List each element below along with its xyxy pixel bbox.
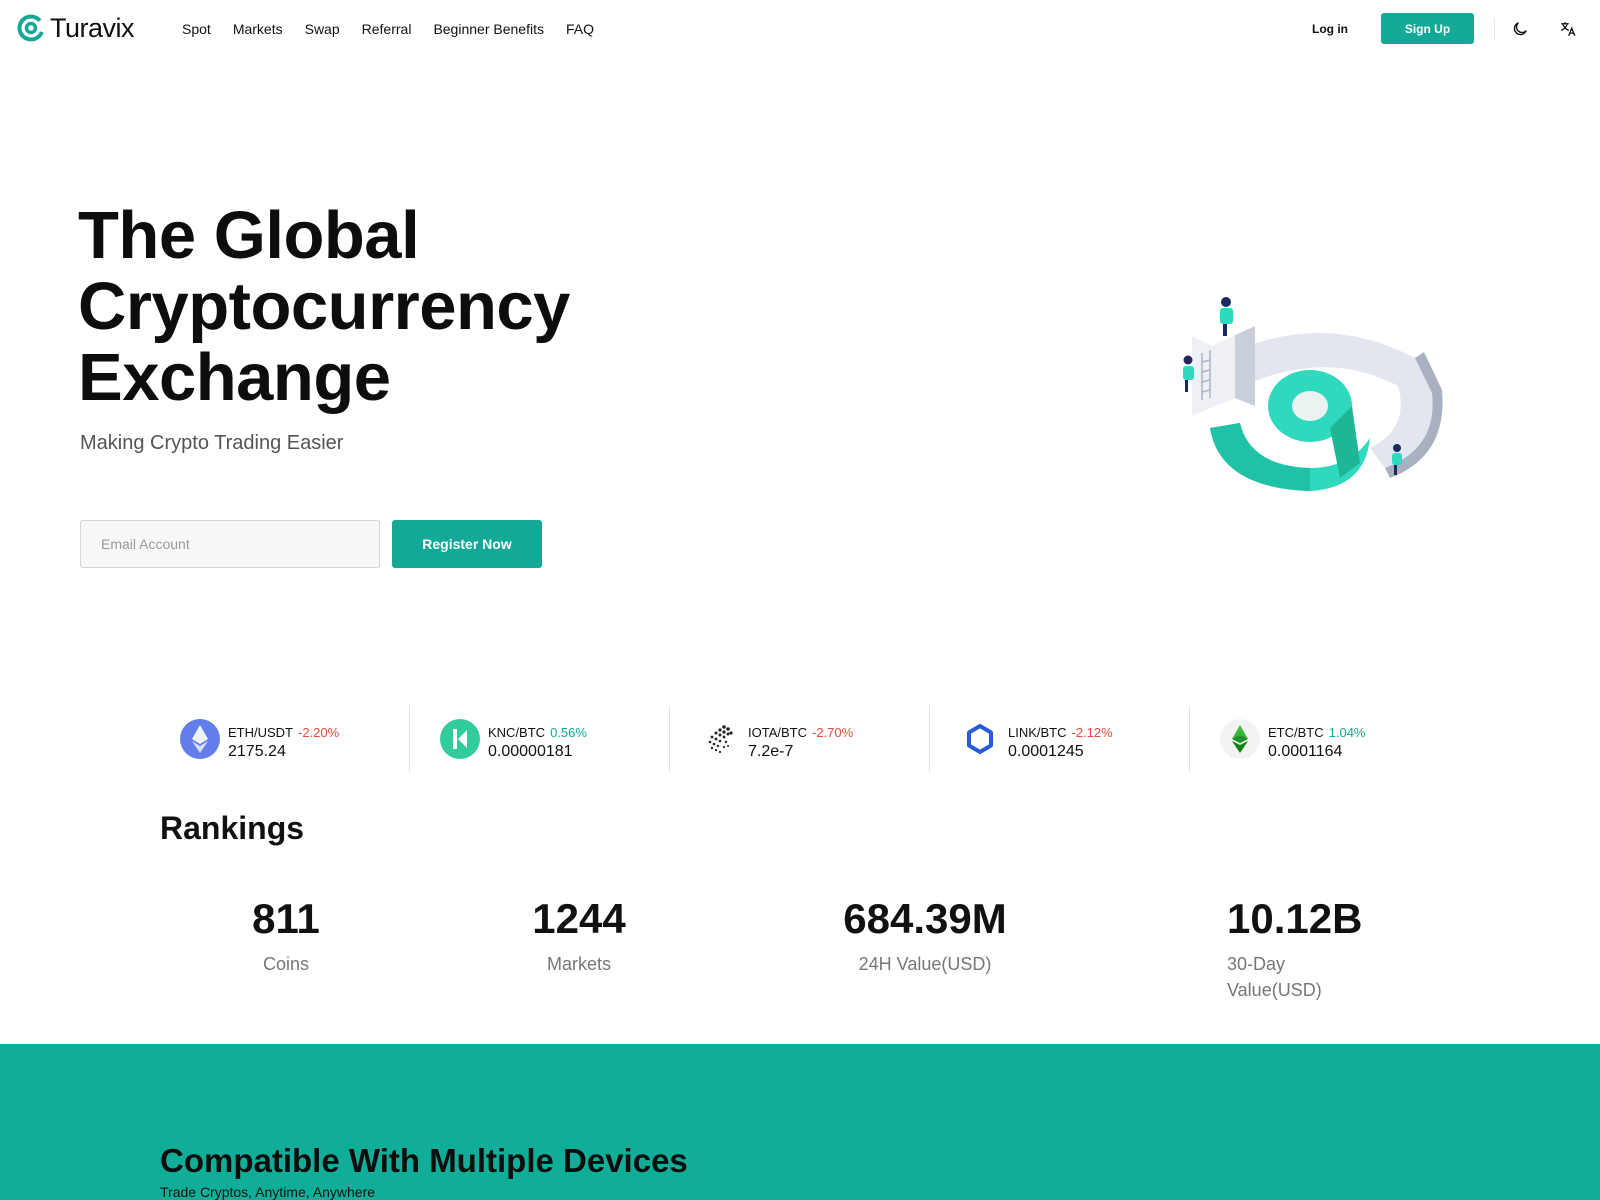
ticker-change: -2.12% [1071,725,1113,740]
stat-label: 30-Day Value(USD) [1227,954,1322,1000]
hero-title-line: Exchange [78,340,391,415]
stat-30-day-value: 10.12B 30-Day Value(USD) [1227,895,1363,1003]
stat-label: Coins [262,954,310,974]
login-link[interactable]: Log in [1312,20,1348,38]
signup-button[interactable]: Sign Up [1381,13,1474,44]
stat-value: 811 [252,895,320,942]
stat-value: 1244 [532,895,626,942]
ticker-pair: LINK/BTC [1008,725,1067,740]
ticker-pair: ETH/USDT [228,725,293,740]
ticker-price: 7.2e-7 [748,743,794,760]
stat-24h-value: 684.39M 24H Value(USD) [815,895,1035,977]
hero-title: The Global Cryptocurrency Exchange [78,200,698,413]
main-nav: Spot Markets Swap Referral Beginner Bene… [182,20,594,38]
register-now-button[interactable]: Register Now [392,520,542,568]
nav-item-beginner-benefits[interactable]: Beginner Benefits [433,20,544,38]
header-divider [1494,18,1495,40]
nav-item-markets[interactable]: Markets [233,20,283,38]
compatible-subtitle: Trade Cryptos, Anytime, Anywhere [160,1184,376,1200]
brand-name: Turavix [50,13,135,43]
stat-value: 10.12B [1227,895,1363,942]
ticker-price: 0.0001245 [1008,743,1084,760]
logo-mark-icon [17,14,45,42]
ticker-pair: ETC/BTC [1268,725,1324,740]
ticker-item[interactable]: LINK/BTC -2.12% 0.0001245 [930,706,1190,772]
market-ticker: ETH/USDT -2.20% 2175.24 KNC/BTC 0.56% 0.00… [150,706,1450,772]
brand-logo[interactable]: Turavix [16,13,135,43]
isometric-logo-illustration [1183,297,1443,491]
ticker-pair-line: KNC/BTC 0.56% [488,725,587,741]
ticker-pair-line: ETC/BTC 1.04% [1268,725,1366,741]
ticker-item[interactable]: IOTA/BTC -2.70% 7.2e-7 [670,706,930,772]
ticker-item[interactable]: ETC/BTC 1.04% 0.0001164 [1190,706,1450,772]
stat-value: 684.39M [843,895,1007,942]
ticker-change: -2.20% [298,725,340,740]
nav-item-spot[interactable]: Spot [182,20,211,38]
ticker-change: -2.70% [811,725,854,740]
ticker-price: 0.0001164 [1268,743,1343,760]
ticker-pair: KNC/BTC [488,725,546,740]
link-icon [967,724,993,754]
ticker-price: 0.00000181 [488,743,573,760]
hero-title-line: The Global [78,198,420,273]
moon-icon[interactable] [1510,19,1530,39]
ticker-change: 1.04% [1328,725,1366,740]
email-input[interactable] [80,520,380,568]
eth-icon [180,719,220,759]
hero-title-line: Cryptocurrency [78,269,570,344]
stat-label: Markets [546,954,611,974]
nav-item-faq[interactable]: FAQ [566,20,594,38]
rankings-title: Rankings [160,810,305,846]
ticker-price: 2175.24 [228,743,286,760]
translate-icon[interactable] [1558,19,1578,39]
ticker-pair: IOTA/BTC [748,725,807,740]
knc-icon [440,719,480,759]
stat-label: 24H Value(USD) [858,954,992,974]
top-header: Turavix Spot Markets Swap Referral Begin… [0,0,1600,58]
ticker-pair-line: IOTA/BTC -2.70% [748,725,853,741]
etc-icon [1220,719,1260,759]
compatible-title: Compatible With Multiple Devices [160,1142,688,1179]
ticker-item[interactable]: KNC/BTC 0.56% 0.00000181 [410,706,670,772]
hero-subtitle: Making Crypto Trading Easier [80,432,344,454]
nav-item-swap[interactable]: Swap [305,20,340,38]
ticker-item[interactable]: ETH/USDT -2.20% 2175.24 [150,706,410,772]
compatible-section: Compatible With Multiple Devices Trade C… [0,1044,1600,1200]
nav-item-referral[interactable]: Referral [362,20,412,38]
ticker-change: 0.56% [550,725,587,740]
stat-coins: 811 Coins [226,895,346,977]
ticker-pair-line: ETH/USDT -2.20% [228,725,339,741]
stat-markets: 1244 Markets [509,895,649,977]
iota-icon [708,725,733,754]
ticker-pair-line: LINK/BTC -2.12% [1008,725,1113,741]
